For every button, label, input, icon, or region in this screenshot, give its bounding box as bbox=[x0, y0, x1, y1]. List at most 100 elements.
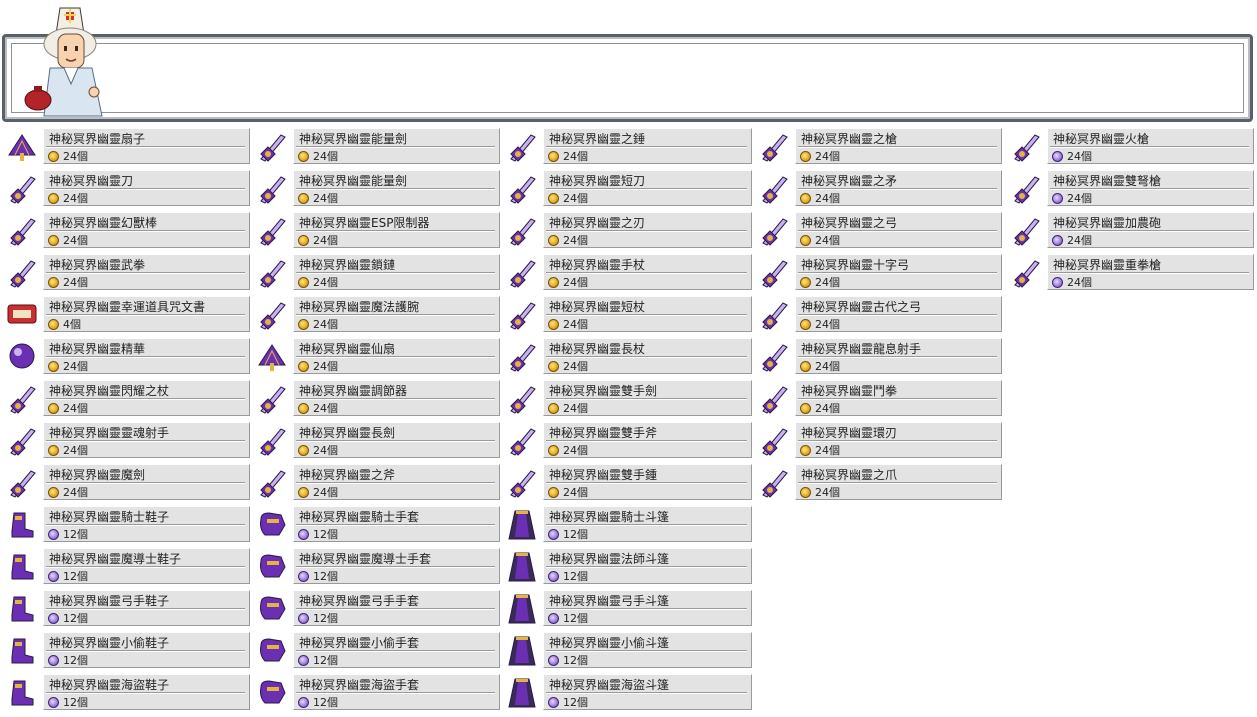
item-quantity: 12個 bbox=[563, 654, 588, 667]
item-slot[interactable]: 神秘冥界幽靈武拳 24個 bbox=[3, 253, 250, 291]
item-slot[interactable]: 神秘冥界幽靈古代之弓 24個 bbox=[755, 295, 1002, 333]
item-cost: 24個 bbox=[1052, 148, 1092, 163]
item-slot[interactable]: 神秘冥界幽靈海盜鞋子 12個 bbox=[3, 673, 250, 711]
item-slot[interactable]: 神秘冥界幽靈能量劍 24個 bbox=[253, 169, 500, 207]
item-info-panel: 神秘冥界幽靈長杖 24個 bbox=[543, 338, 752, 374]
item-name: 神秘冥界幽靈幸運道具咒文書 bbox=[49, 300, 206, 314]
item-cost: 24個 bbox=[548, 358, 588, 373]
item-slot[interactable]: 神秘冥界幽靈加農砲 24個 bbox=[1007, 211, 1254, 249]
blade-icon bbox=[505, 213, 539, 247]
item-quantity: 12個 bbox=[63, 654, 88, 667]
item-slot[interactable]: 神秘冥界幽靈長劍 24個 bbox=[253, 421, 500, 459]
item-slot[interactable]: 神秘冥界幽靈十字弓 24個 bbox=[755, 253, 1002, 291]
gold-coin-icon bbox=[48, 403, 59, 414]
item-column-2: 神秘冥界幽靈能量劍 24個 神秘冥界幽靈能量劍 24個 神秘冥界幽靈ESP限制器 24個神… bbox=[253, 127, 500, 717]
item-quantity: 24個 bbox=[563, 150, 588, 163]
item-quantity: 24個 bbox=[815, 360, 840, 373]
item-slot[interactable]: 神秘冥界幽靈短杖 24個 bbox=[503, 295, 752, 333]
item-slot[interactable]: 神秘冥界幽靈能量劍 24個 bbox=[253, 127, 500, 165]
item-quantity: 4個 bbox=[63, 318, 81, 331]
item-name: 神秘冥界幽靈扇子 bbox=[49, 132, 146, 146]
item-slot[interactable]: 神秘冥界幽靈火槍 24個 bbox=[1007, 127, 1254, 165]
item-cost: 24個 bbox=[800, 484, 840, 499]
item-slot[interactable]: 神秘冥界幽靈閃耀之杖 24個 bbox=[3, 379, 250, 417]
gold-coin-icon bbox=[548, 319, 559, 330]
item-slot[interactable]: 神秘冥界幽靈重拳槍 24個 bbox=[1007, 253, 1254, 291]
item-slot[interactable]: 神秘冥界幽靈之槍 24個 bbox=[755, 127, 1002, 165]
item-info-panel: 神秘冥界幽靈法師斗篷 12個 bbox=[543, 548, 752, 584]
item-slot[interactable]: 神秘冥界幽靈雙弩槍 24個 bbox=[1007, 169, 1254, 207]
item-info-panel: 神秘冥界幽靈之槍 24個 bbox=[795, 128, 1002, 164]
item-slot[interactable]: 神秘冥界幽靈騎士斗篷 12個 bbox=[503, 505, 752, 543]
item-slot[interactable]: 神秘冥界幽靈幸運道具咒文書 4個 bbox=[3, 295, 250, 333]
item-slot[interactable]: 神秘冥界幽靈環刃 24個 bbox=[755, 421, 1002, 459]
item-slot[interactable]: 神秘冥界幽靈弓手手套 12個 bbox=[253, 589, 500, 627]
item-name: 神秘冥界幽靈靈魂射手 bbox=[49, 426, 170, 440]
item-slot[interactable]: 神秘冥界幽靈騎士手套 12個 bbox=[253, 505, 500, 543]
item-slot[interactable]: 神秘冥界幽靈龍息射手 24個 bbox=[755, 337, 1002, 375]
item-slot[interactable]: 神秘冥界幽靈弓手鞋子 12個 bbox=[3, 589, 250, 627]
item-slot[interactable]: 神秘冥界幽靈小偷手套 12個 bbox=[253, 631, 500, 669]
item-slot[interactable]: 神秘冥界幽靈魔導士手套 12個 bbox=[253, 547, 500, 585]
gold-coin-icon bbox=[298, 487, 309, 498]
item-info-panel: 神秘冥界幽靈古代之弓 24個 bbox=[795, 296, 1002, 332]
item-cost: 24個 bbox=[800, 190, 840, 205]
item-quantity: 24個 bbox=[313, 276, 338, 289]
item-slot[interactable]: 神秘冥界幽靈之矛 24個 bbox=[755, 169, 1002, 207]
item-slot[interactable]: 神秘冥界幽靈ESP限制器 24個 bbox=[253, 211, 500, 249]
item-slot[interactable]: 神秘冥界幽靈之爪 24個 bbox=[755, 463, 1002, 501]
item-name: 神秘冥界幽靈之錘 bbox=[549, 132, 646, 146]
chakram-icon bbox=[757, 423, 791, 457]
item-slot[interactable]: 神秘冥界幽靈海盜手套 12個 bbox=[253, 673, 500, 711]
shoe-icon bbox=[5, 633, 39, 667]
item-slot[interactable]: 神秘冥界幽靈精華 24個 bbox=[3, 337, 250, 375]
item-slot[interactable]: 神秘冥界幽靈鬥拳 24個 bbox=[755, 379, 1002, 417]
item-slot[interactable]: 神秘冥界幽靈刀 24個 bbox=[3, 169, 250, 207]
item-slot[interactable]: 神秘冥界幽靈小偷鞋子 12個 bbox=[3, 631, 250, 669]
item-slot[interactable]: 神秘冥界幽靈雙手斧 24個 bbox=[503, 421, 752, 459]
item-slot[interactable]: 神秘冥界幽靈魔導士鞋子 12個 bbox=[3, 547, 250, 585]
item-slot[interactable]: 神秘冥界幽靈騎士鞋子 12個 bbox=[3, 505, 250, 543]
item-slot[interactable]: 神秘冥界幽靈海盜斗篷 12個 bbox=[503, 673, 752, 711]
item-slot[interactable]: 神秘冥界幽靈魔劍 24個 bbox=[3, 463, 250, 501]
item-slot[interactable]: 神秘冥界幽靈雙手鍾 24個 bbox=[503, 463, 752, 501]
item-slot[interactable]: 神秘冥界幽靈弓手斗篷 12個 bbox=[503, 589, 752, 627]
item-slot[interactable]: 神秘冥界幽靈法師斗篷 12個 bbox=[503, 547, 752, 585]
item-info-panel: 神秘冥界幽靈扇子 24個 bbox=[43, 128, 250, 164]
item-slot[interactable]: 神秘冥界幽靈小偷斗篷 12個 bbox=[503, 631, 752, 669]
item-slot[interactable]: 神秘冥界幽靈之弓 24個 bbox=[755, 211, 1002, 249]
item-slot[interactable]: 神秘冥界幽靈長杖 24個 bbox=[503, 337, 752, 375]
dual-bowgun-icon bbox=[757, 339, 791, 373]
item-slot[interactable]: 神秘冥界幽靈魔法護腕 24個 bbox=[253, 295, 500, 333]
item-slot[interactable]: 神秘冥界幽靈手杖 24個 bbox=[503, 253, 752, 291]
item-info-panel: 神秘冥界幽靈十字弓 24個 bbox=[795, 254, 1002, 290]
gold-coin-icon bbox=[800, 151, 811, 162]
item-cost: 24個 bbox=[298, 274, 338, 289]
item-slot[interactable]: 神秘冥界幽靈之刃 24個 bbox=[503, 211, 752, 249]
item-slot[interactable]: 神秘冥界幽靈幻獸棒 24個 bbox=[3, 211, 250, 249]
item-slot[interactable]: 神秘冥界幽靈短刀 24個 bbox=[503, 169, 752, 207]
item-cost: 24個 bbox=[298, 358, 338, 373]
item-slot[interactable]: 神秘冥界幽靈之錘 24個 bbox=[503, 127, 752, 165]
item-slot[interactable]: 神秘冥界幽靈仙扇 24個 bbox=[253, 337, 500, 375]
item-slot[interactable]: 神秘冥界幽靈鎖鏈 24個 bbox=[253, 253, 500, 291]
shoe-icon bbox=[5, 591, 39, 625]
item-slot[interactable]: 神秘冥界幽靈雙手劍 24個 bbox=[503, 379, 752, 417]
item-slot[interactable]: 神秘冥界幽靈扇子 24個 bbox=[3, 127, 250, 165]
item-info-panel: 神秘冥界幽靈精華 24個 bbox=[43, 338, 250, 374]
item-name: 神秘冥界幽靈鎖鏈 bbox=[299, 258, 396, 272]
item-slot[interactable]: 神秘冥界幽靈靈魂射手 24個 bbox=[3, 421, 250, 459]
item-info-panel: 神秘冥界幽靈之爪 24個 bbox=[795, 464, 1002, 500]
purple-coin-icon bbox=[48, 697, 59, 708]
item-slot[interactable]: 神秘冥界幽靈之斧 24個 bbox=[253, 463, 500, 501]
item-quantity: 24個 bbox=[815, 402, 840, 415]
item-cost: 24個 bbox=[48, 484, 88, 499]
item-name: 神秘冥界幽靈雙手鍾 bbox=[549, 468, 658, 482]
purple-coin-icon bbox=[548, 613, 559, 624]
item-name: 神秘冥界幽靈魔導士手套 bbox=[299, 552, 432, 566]
gold-coin-icon bbox=[548, 193, 559, 204]
item-cost: 12個 bbox=[298, 568, 338, 583]
item-slot[interactable]: 神秘冥界幽靈調節器 24個 bbox=[253, 379, 500, 417]
item-name: 神秘冥界幽靈短刀 bbox=[549, 174, 646, 188]
item-quantity: 24個 bbox=[313, 444, 338, 457]
